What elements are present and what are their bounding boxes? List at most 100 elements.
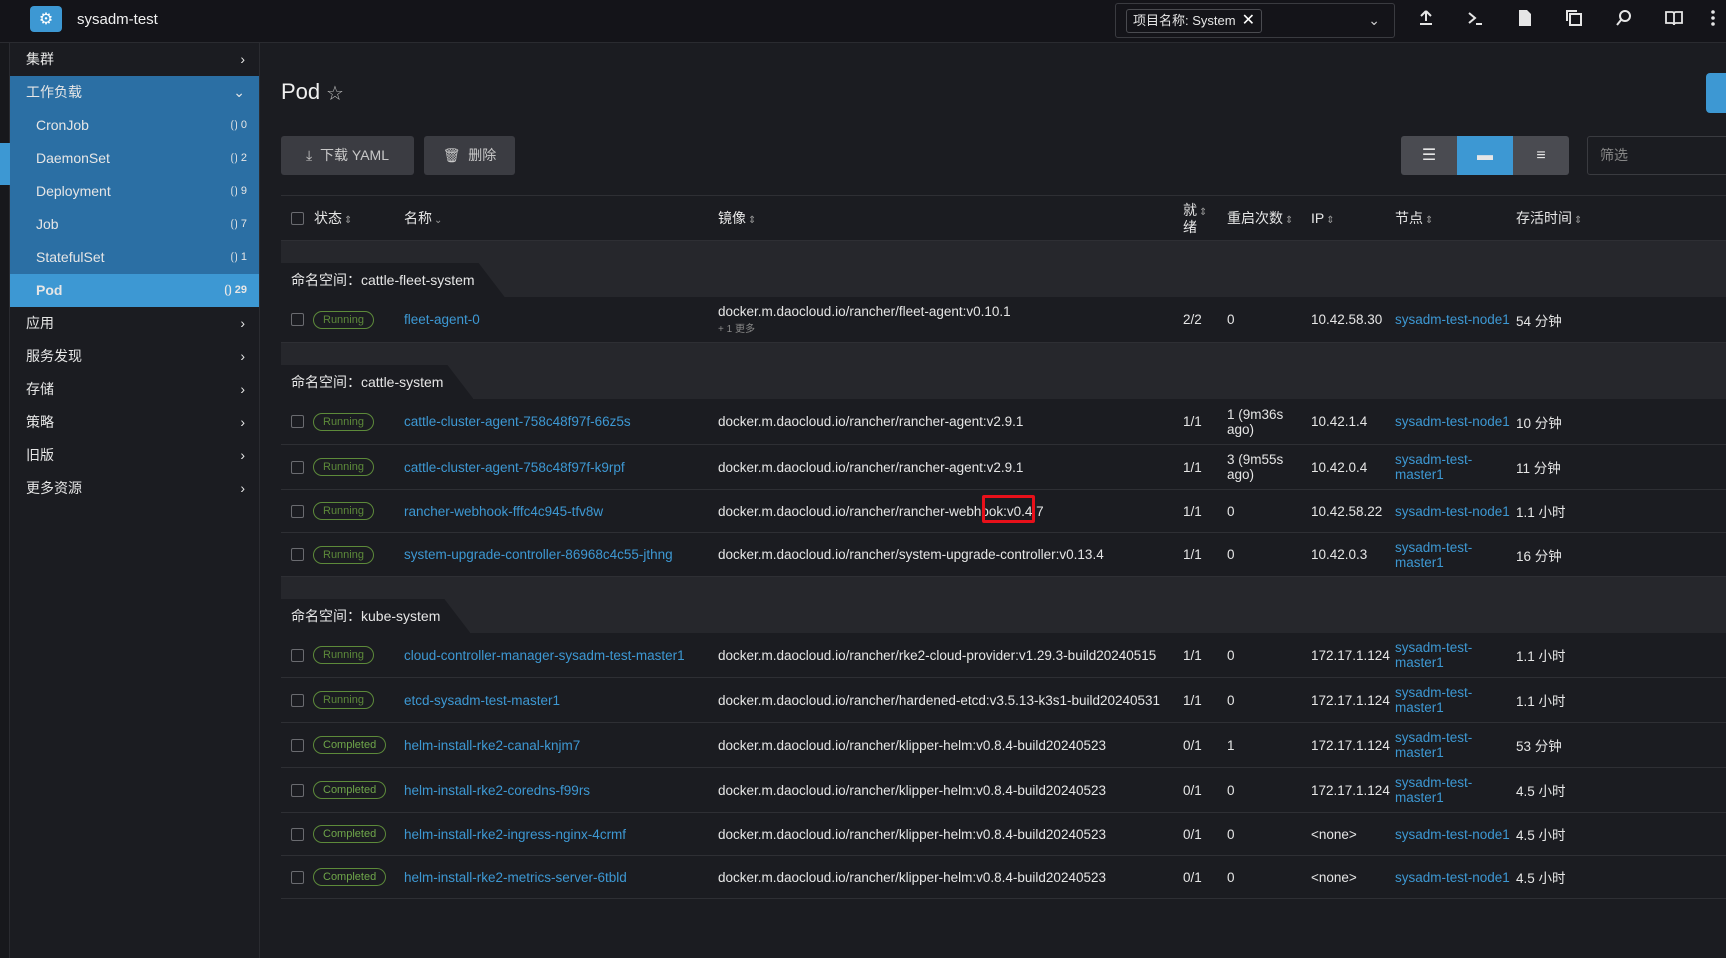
node-link[interactable]: sysadm-test- (1395, 775, 1472, 790)
more-icon[interactable] (1706, 8, 1720, 34)
checkbox[interactable] (291, 648, 304, 662)
chip-remove-icon[interactable]: ✕ (1242, 10, 1255, 32)
checkbox[interactable] (291, 827, 304, 841)
checkbox[interactable] (291, 415, 304, 428)
namespace-filter[interactable]: 项目名称: System ✕ ⌄ (1115, 3, 1395, 38)
table-row[interactable]: Completed helm-install-rke2-metrics-serv… (281, 856, 1726, 899)
row-checkbox[interactable] (291, 533, 304, 576)
cluster-name[interactable]: sysadm-test (77, 11, 158, 28)
col-image[interactable]: 镜像 ⇕ (718, 196, 756, 243)
sidebar-item-pod[interactable]: Pod ⟮⟯ 29 (10, 274, 259, 307)
cluster-logo-icon[interactable]: ⚙ (30, 6, 62, 32)
list-view-icon[interactable]: ☰ (1401, 136, 1457, 175)
checkbox[interactable] (291, 460, 304, 474)
checkbox[interactable] (291, 548, 304, 561)
node-link[interactable]: sysadm-test-node1 (1395, 504, 1510, 519)
sidebar-item-deployment[interactable]: Deployment ⟮⟯ 9 (10, 175, 259, 208)
node-link-cont[interactable]: master1 (1395, 745, 1444, 760)
col-age[interactable]: 存活时间 ⇕ (1516, 196, 1582, 243)
row-checkbox[interactable] (291, 399, 304, 444)
table-row[interactable]: Completed helm-install-rke2-canal-knjm7 … (281, 723, 1726, 768)
pod-name-link[interactable]: fleet-agent-0 (404, 312, 480, 327)
download-yaml-button[interactable]: ⤓ 下载 YAML (281, 136, 414, 175)
row-checkbox[interactable] (291, 723, 304, 767)
row-checkbox[interactable] (291, 813, 304, 855)
checkbox[interactable] (291, 504, 304, 518)
pod-name-link[interactable]: helm-install-rke2-metrics-server-6tbld (404, 870, 627, 885)
namespace-chip[interactable]: 项目名称: System ✕ (1126, 9, 1262, 33)
row-checkbox[interactable] (291, 633, 304, 677)
nav-more-resources[interactable]: 更多资源 › (10, 472, 259, 505)
grouped-view-icon[interactable]: ≡ (1513, 136, 1569, 175)
table-row[interactable]: Running etcd-sysadm-test-master1 docker.… (281, 678, 1726, 723)
row-checkbox[interactable] (291, 768, 304, 812)
terminal-icon[interactable] (1462, 8, 1488, 34)
col-restarts[interactable]: 重启次数 ⇕ (1227, 196, 1293, 243)
pod-name-link[interactable]: helm-install-rke2-canal-knjm7 (404, 738, 580, 753)
filter-input[interactable]: 筛选 (1587, 136, 1726, 175)
star-icon[interactable]: ☆ (326, 81, 344, 106)
nav-service-discovery[interactable]: 服务发现 › (10, 340, 259, 373)
table-row[interactable]: Running rancher-webhook-fffc4c945-tfv8w … (281, 490, 1726, 533)
node-link-cont[interactable]: master1 (1395, 467, 1444, 482)
row-checkbox[interactable] (291, 678, 304, 722)
sidebar-item-cronjob[interactable]: CronJob ⟮⟯ 0 (10, 109, 259, 142)
node-link[interactable]: sysadm-test-node1 (1395, 312, 1510, 327)
sidebar-item-statefulset[interactable]: StatefulSet ⟮⟯ 1 (10, 241, 259, 274)
checkbox[interactable] (291, 313, 304, 326)
nav-storage[interactable]: 存储 › (10, 373, 259, 406)
col-ip[interactable]: IP ⇕ (1311, 196, 1335, 243)
nav-policy[interactable]: 策略 › (10, 406, 259, 439)
sidebar-item-daemonset[interactable]: DaemonSet ⟮⟯ 2 (10, 142, 259, 175)
row-checkbox[interactable] (291, 490, 304, 532)
table-row[interactable]: Running cattle-cluster-agent-758c48f97f-… (281, 445, 1726, 490)
folder-view-icon[interactable]: ▬ (1457, 136, 1513, 175)
upload-icon[interactable] (1413, 8, 1439, 34)
node-link-cont[interactable]: master1 (1395, 790, 1444, 805)
node-link[interactable]: sysadm-test- (1395, 730, 1472, 745)
checkbox[interactable] (291, 870, 304, 884)
nav-cluster[interactable]: 集群 › (10, 43, 259, 76)
table-row[interactable]: Running fleet-agent-0 docker.m.daocloud.… (281, 297, 1726, 343)
table-row[interactable]: Completed helm-install-rke2-ingress-ngin… (281, 813, 1726, 856)
node-link[interactable]: sysadm-test-node1 (1395, 414, 1510, 429)
node-link[interactable]: sysadm-test- (1395, 452, 1472, 467)
checkbox[interactable] (291, 783, 304, 797)
create-button[interactable] (1706, 73, 1726, 113)
table-row[interactable]: Running cattle-cluster-agent-758c48f97f-… (281, 399, 1726, 445)
node-link[interactable]: sysadm-test- (1395, 540, 1472, 555)
node-link-cont[interactable]: master1 (1395, 655, 1444, 670)
pod-name-link[interactable]: cattle-cluster-agent-758c48f97f-k9rpf (404, 460, 625, 475)
pod-name-link[interactable]: system-upgrade-controller-86968c4c55-jth… (404, 547, 673, 562)
node-link-cont[interactable]: master1 (1395, 700, 1444, 715)
pod-name-link[interactable]: rancher-webhook-fffc4c945-tfv8w (404, 504, 603, 519)
select-all-checkbox[interactable] (291, 212, 304, 225)
table-row[interactable]: Running cloud-controller-manager-sysadm-… (281, 633, 1726, 678)
col-name[interactable]: 名称 ⌄ (404, 196, 442, 243)
checkbox[interactable] (291, 738, 304, 752)
pod-name-link[interactable]: cloud-controller-manager-sysadm-test-mas… (404, 648, 685, 663)
node-link[interactable]: sysadm-test- (1395, 685, 1472, 700)
nav-legacy[interactable]: 旧版 › (10, 439, 259, 472)
col-ready[interactable]: 就 ⇕ 绪 (1183, 203, 1207, 235)
node-link-cont[interactable]: master1 (1395, 555, 1444, 570)
chevron-down-icon[interactable]: ⌄ (1368, 12, 1380, 29)
table-row[interactable]: Running system-upgrade-controller-86968c… (281, 533, 1726, 577)
row-checkbox[interactable] (291, 445, 304, 489)
more-images-link[interactable]: + 1 更多 (718, 320, 755, 335)
pod-name-link[interactable]: helm-install-rke2-ingress-nginx-4crmf (404, 827, 626, 842)
nav-apps[interactable]: 应用 › (10, 307, 259, 340)
delete-button[interactable]: 🗑 删除 (424, 136, 515, 175)
pod-name-link[interactable]: helm-install-rke2-coredns-f99rs (404, 783, 590, 798)
col-node[interactable]: 节点 ⇕ (1395, 196, 1433, 243)
sidebar-item-job[interactable]: Job ⟮⟯ 7 (10, 208, 259, 241)
book-icon[interactable] (1661, 8, 1687, 34)
pod-name-link[interactable]: etcd-sysadm-test-master1 (404, 693, 560, 708)
table-row[interactable]: Completed helm-install-rke2-coredns-f99r… (281, 768, 1726, 813)
row-checkbox[interactable] (291, 297, 304, 342)
row-checkbox[interactable] (291, 856, 304, 898)
node-link[interactable]: sysadm-test-node1 (1395, 870, 1510, 885)
col-state[interactable]: 状态 ⇕ (314, 196, 352, 243)
copy-icon[interactable] (1561, 8, 1587, 34)
checkbox[interactable] (291, 693, 304, 707)
